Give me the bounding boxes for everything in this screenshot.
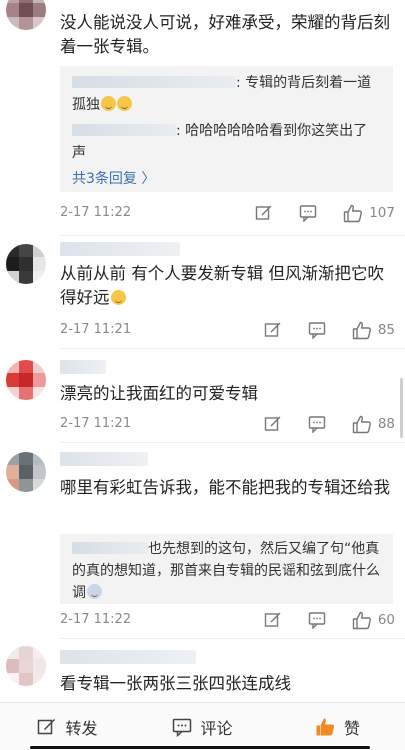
reply-item: 也先想到的这句，然后又编了句“他真的真的想知道，那首来自专辑的民谣和弦到底什么调 [72,538,381,604]
like-button[interactable]: 60 [352,611,395,630]
like-button[interactable]: 88 [352,415,395,434]
comment-action-button[interactable]: 评论 [135,703,270,750]
reply-username[interactable] [72,124,176,136]
comment-label: 评论 [200,718,233,738]
edit-icon [264,416,281,431]
username[interactable] [60,242,180,256]
comment-icon [300,205,317,222]
share-button[interactable] [264,611,282,629]
comment-icon [308,612,326,629]
thumbs-up-icon [352,321,371,339]
username[interactable] [60,360,106,374]
comment-meta: 2-17 11:22 60 [60,610,395,630]
emoji-icon [117,96,132,111]
comment-time: 2-17 11:21 [60,322,132,337]
emoji-icon [101,96,116,111]
avatar[interactable] [6,244,46,284]
comment-time: 2-17 11:22 [60,612,132,627]
reply-username[interactable] [72,76,236,88]
comment-button[interactable] [308,321,326,339]
username[interactable] [60,452,148,466]
edit-icon [264,612,281,627]
reply-item: : 专辑的背后刻着一道孤独 [72,72,381,116]
avatar[interactable] [6,452,46,492]
reply-username[interactable] [72,542,148,554]
thumbs-up-icon [352,611,371,629]
comment-text: 没人能说没人可说，好难承受，荣耀的背后刻着一张专辑。 [60,13,390,56]
emoji-icon [87,584,102,599]
comment-icon [173,718,192,737]
like-action-button[interactable]: 赞 [270,703,405,750]
share-button[interactable] [255,204,273,222]
reply-box[interactable]: : 专辑的背后刻着一道孤独 : 哈哈哈哈哈哈看到你这笑出了声 共3条回复 〉 [60,66,393,192]
like-count: 88 [377,416,395,432]
like-button[interactable]: 85 [352,321,395,340]
divider [60,348,405,349]
avatar[interactable] [6,646,46,686]
thumbs-up-icon [344,204,363,222]
like-button[interactable]: 107 [343,204,395,223]
bottom-action-bar: 转发 评论 赞 [0,702,405,750]
comment-time: 2-17 11:21 [60,416,132,431]
like-count: 60 [377,612,395,628]
divider [60,638,405,639]
comment-icon [308,416,326,433]
comment-text: 从前从前 有个人要发新专辑 但风渐渐把它吹得好远 [60,264,384,307]
like-label: 赞 [343,718,360,738]
more-replies-link[interactable]: 共3条回复 〉 [72,168,381,188]
avatar[interactable] [6,360,46,400]
comment-button[interactable] [308,611,326,629]
comment-icon [308,322,326,339]
username[interactable] [60,650,196,664]
comment-text: 哪里有彩虹告诉我，能不能把我的专辑还给我 [60,478,390,497]
scrollbar-thumb[interactable] [400,378,403,438]
home-indicator [30,746,370,749]
like-count: 107 [369,205,395,221]
repost-label: 转发 [65,718,98,738]
edit-icon [264,322,281,337]
reply-item: : 哈哈哈哈哈哈看到你这笑出了声 [72,120,381,164]
thumbs-up-icon [316,718,335,735]
thumbs-up-icon [352,415,371,433]
reply-box[interactable]: 也先想到的这句，然后又编了句“他真的真的想知道，那首来自专辑的民谣和弦到底什么调 [60,534,393,604]
edit-icon [38,718,56,734]
comment-meta: 2-17 11:22 107 [60,203,395,223]
edit-icon [256,205,272,220]
comment-button[interactable] [308,415,326,433]
comment-meta: 2-17 11:21 85 [60,320,395,340]
comment-button[interactable] [299,204,317,222]
comment-meta: 2-17 11:21 88 [60,414,395,434]
repost-button[interactable]: 转发 [0,703,135,750]
divider [60,442,405,443]
comment-text: 漂亮的让我面红的可爱专辑 [60,384,258,403]
share-button[interactable] [264,321,282,339]
like-count: 85 [377,322,395,338]
avatar[interactable] [6,0,46,30]
divider [60,235,405,236]
share-button[interactable] [264,415,282,433]
comment-time: 2-17 11:22 [60,205,132,220]
comment-text: 看专辑一张两张三张四张连成线 [60,674,291,693]
emoji-icon [110,290,126,305]
